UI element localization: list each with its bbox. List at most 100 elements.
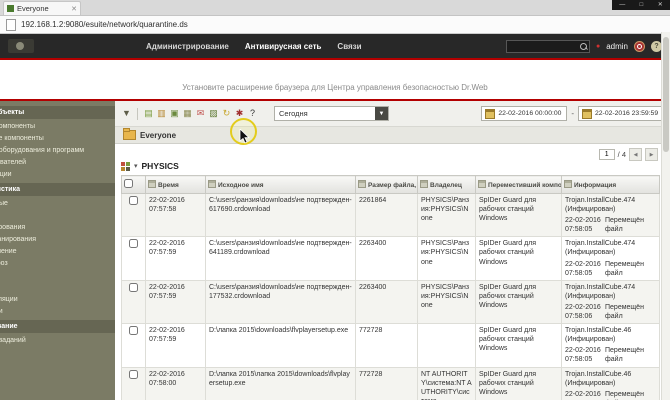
sidebar-item-all-log[interactable]: Весь журнал: [0, 281, 115, 293]
calendar-icon: [582, 109, 592, 119]
period-select[interactable]: Сегодня ▼: [274, 106, 389, 121]
info-action: Перемещён файл: [601, 216, 656, 234]
row-checkbox[interactable]: [129, 239, 138, 248]
browser-tab[interactable]: Everyone ✕: [3, 1, 81, 15]
col-component[interactable]: Переместивший компонент: [476, 176, 562, 194]
cell-source-name: C:\users\ранзия\downloads\не подтвержден…: [206, 280, 356, 323]
mail-icon[interactable]: ✉: [195, 108, 206, 119]
menu-administration[interactable]: Администрирование: [146, 42, 229, 51]
sidebar-item-threat-statistics[interactable]: Статистика угроз: [0, 257, 115, 269]
sidebar-item-task-scheduler[interactable]: Планировщик заданий: [0, 334, 115, 346]
table-row[interactable]: 22-02-2016 07:57:59 D:\лапка 2015\downlo…: [122, 324, 660, 367]
cell-size: 2263400: [356, 280, 418, 323]
threat-name: Trojan.InstallCube.46 (Инфицирован): [565, 326, 656, 344]
sidebar-item-summary-data[interactable]: Сводные данные: [0, 197, 115, 209]
col-information[interactable]: Информация: [562, 176, 660, 194]
table-row[interactable]: 22-02-2016 07:57:58 C:\users\ранзия\down…: [122, 194, 660, 237]
cell-owner: NT AUTHORITY\система:NT AUTHORITY\систем…: [418, 367, 476, 400]
sidebar-item-active-stations[interactable]: Активные станции: [0, 168, 115, 180]
app-header: Администрирование Антивирусная сеть Связ…: [0, 34, 670, 58]
table-header-row: Время Исходное имя Размер файла, Б Владе…: [122, 176, 660, 194]
sidebar-item-new-installations[interactable]: Новые инсталляции: [0, 293, 115, 305]
settings-icon[interactable]: ✱: [234, 108, 245, 119]
info-action: Перемещён файл: [601, 390, 656, 400]
row-checkbox[interactable]: [129, 326, 138, 335]
sidebar-item-infections[interactable]: Инфекции: [0, 209, 115, 221]
col-file-size[interactable]: Размер файла, Б: [356, 176, 418, 194]
filter-icon[interactable]: ▼: [121, 108, 132, 119]
drweb-logo[interactable]: [8, 39, 34, 53]
print-icon[interactable]: ▦: [182, 108, 193, 119]
sidebar-item-running-components[interactable]: Запущенные компоненты: [0, 120, 115, 132]
cell-owner: PHYSICS\Ранзия:PHYSICS\None: [418, 280, 476, 323]
export-doc-icon[interactable]: ▥: [156, 108, 167, 119]
content-body: / 4 ◀ ▶ ▾ PHYSICS: [115, 144, 670, 400]
col-time[interactable]: Время: [146, 176, 206, 194]
info-date: 22-02-2016 07:58:05: [565, 346, 601, 364]
col-source-name[interactable]: Исходное имя: [206, 176, 356, 194]
menu-relations[interactable]: Связи: [337, 42, 361, 51]
window-maximize-icon[interactable]: □: [640, 0, 644, 10]
search-input[interactable]: [506, 40, 590, 53]
sidebar-item-start-stop[interactable]: Запуск/Завершение: [0, 245, 115, 257]
table-row[interactable]: 22-02-2016 07:57:59 C:\users\ранзия\down…: [122, 237, 660, 280]
pagination: / 4 ◀ ▶: [599, 148, 658, 161]
group-title[interactable]: PHYSICS: [142, 161, 179, 171]
cell-info: Trojan.InstallCube.474 (Инфицирован) 22-…: [562, 194, 660, 237]
next-page-button[interactable]: ▶: [645, 148, 658, 161]
scrollbar-thumb[interactable]: [663, 37, 669, 152]
vertical-scrollbar[interactable]: [661, 32, 670, 400]
sidebar-item-installed-components[interactable]: Установленные компоненты: [0, 132, 115, 144]
tab-close-icon[interactable]: ✕: [71, 5, 77, 13]
prev-page-button[interactable]: ◀: [629, 148, 642, 161]
breadcrumb[interactable]: Everyone: [140, 131, 176, 140]
cell-owner: PHYSICS\Ранзия:PHYSICS\None: [418, 237, 476, 280]
row-checkbox[interactable]: [129, 283, 138, 292]
col-owner[interactable]: Владелец: [418, 176, 476, 194]
cell-component: SpIDer Guard для рабочих станций Windows: [476, 367, 562, 400]
extension-banner-text[interactable]: Установите расширение браузера для Центр…: [182, 83, 488, 92]
chevron-down-icon: ▼: [375, 107, 388, 120]
table-row[interactable]: 22-02-2016 07:58:00 D:\лапка 2015\лапка …: [122, 367, 660, 400]
cell-time: 22-02-2016 07:57:59: [146, 237, 206, 280]
info-action: Перемещён файл: [601, 303, 656, 321]
refresh-icon[interactable]: ↻: [221, 108, 232, 119]
url-text[interactable]: 192.168.1.2:9080/esuite/network/quaranti…: [21, 20, 188, 29]
window-minimize-icon[interactable]: —: [619, 0, 625, 10]
toolbar-help-icon[interactable]: ?: [247, 108, 258, 119]
page-input[interactable]: [599, 149, 615, 160]
column-icon: [208, 180, 216, 188]
export-table-icon[interactable]: ▤: [143, 108, 154, 119]
sidebar-item-scan-errors[interactable]: Ошибки сканирования: [0, 221, 115, 233]
sidebar-item-hardware-software[interactable]: Обнаружение оборудования и программ: [0, 144, 115, 156]
date-to-input[interactable]: 22-02-2016 23:59:59: [578, 106, 664, 121]
window-close-icon[interactable]: ✕: [658, 0, 663, 10]
cell-time: 22-02-2016 07:57:59: [146, 280, 206, 323]
menu-antivirus-network[interactable]: Антивирусная сеть: [245, 42, 322, 51]
admin-status-dot: ●: [596, 43, 600, 50]
table-row[interactable]: 22-02-2016 07:57:59 C:\users\ранзия\down…: [122, 280, 660, 323]
sidebar-item-scan-statistics[interactable]: Статистика сканирования: [0, 233, 115, 245]
sidebar-section-statistics[interactable]: Сводная статистика: [0, 183, 115, 196]
column-icon: [564, 180, 572, 188]
sidebar-item-user-sessions[interactable]: Сессии пользователей: [0, 156, 115, 168]
row-checkbox[interactable]: [129, 370, 138, 379]
date-from-input[interactable]: 22-02-2016 00:00:00: [481, 106, 567, 121]
logout-icon[interactable]: [634, 41, 645, 52]
cell-source-name: D:\лапка 2015\лапка 2015\downloads\flvpl…: [206, 367, 356, 400]
sidebar-item-viruses[interactable]: Вирусы: [0, 269, 115, 281]
cell-info: Trojan.InstallCube.474 (Инфицирован) 22-…: [562, 280, 660, 323]
select-all-checkbox[interactable]: [124, 179, 133, 188]
export-pdf-icon[interactable]: ▨: [208, 108, 219, 119]
sidebar-item-deinstallations[interactable]: Деинсталляции: [0, 305, 115, 317]
save-icon[interactable]: ▣: [169, 108, 180, 119]
threat-name: Trojan.InstallCube.474 (Инфицирован): [565, 196, 656, 214]
cell-source-name: C:\users\ранзия\downloads\не подтвержден…: [206, 237, 356, 280]
column-icon: [148, 180, 156, 188]
sidebar-list: Выбранные объекты Запущенные компоненты …: [0, 101, 115, 346]
sidebar-section-configuration[interactable]: Конфигурирование: [0, 320, 115, 333]
admin-user[interactable]: admin: [606, 42, 628, 51]
row-checkbox[interactable]: [129, 196, 138, 205]
sidebar-section-selected-objects[interactable]: Выбранные объекты: [0, 106, 115, 119]
chevron-down-icon[interactable]: ▾: [134, 162, 138, 170]
